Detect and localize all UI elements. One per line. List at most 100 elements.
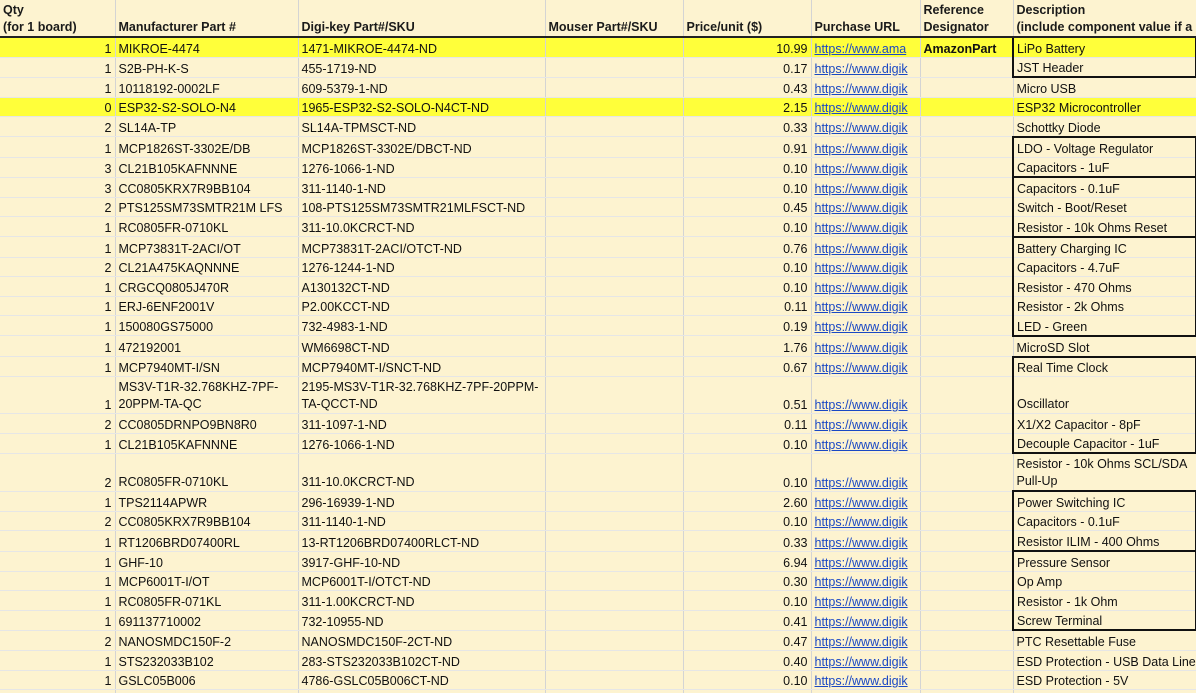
table-row[interactable]: 3 CL21B105KAFNNNE 1276-1066-1-ND 0.10 https:… (0, 157, 1196, 179)
price-cell[interactable]: 0.17 (683, 57, 812, 78)
mouser-part-cell[interactable] (545, 315, 684, 337)
digikey-part-cell[interactable]: 4786-GSLC05B006CT-ND (298, 670, 546, 691)
manufacturer-part-cell[interactable]: CL21B105KAFNNNE (115, 157, 299, 178)
table-row[interactable]: 1 150080GS75000 732-4983-1-ND 0.19 https://w… (0, 315, 1196, 337)
mouser-part-cell[interactable] (545, 97, 684, 118)
header-qty[interactable]: Qty (for 1 board) (0, 0, 116, 38)
table-row[interactable]: 1 MS3V-T1R-32.768KHZ-7PF-20PPM-TA-QC 2195-… (0, 376, 1196, 415)
digikey-part-cell[interactable]: WM6698CT-ND (298, 335, 546, 357)
mouser-part-cell[interactable] (545, 376, 684, 415)
mouser-part-cell[interactable] (545, 610, 684, 631)
price-cell[interactable]: 0.45 (683, 197, 812, 218)
qty-cell[interactable]: 1 (0, 356, 116, 378)
description-cell[interactable]: ESD Protection - USB Data Line (1013, 650, 1196, 671)
reference-designator-cell[interactable] (920, 630, 1014, 652)
table-row[interactable]: 1 MCP6001T-I/OT MCP6001T-I/OTCT-ND 0.30 http… (0, 571, 1196, 592)
qty-cell[interactable]: 1 (0, 670, 116, 691)
reference-designator-cell[interactable] (920, 511, 1014, 532)
price-cell[interactable]: 0.40 (683, 650, 812, 671)
digikey-part-cell[interactable]: 732-10955-ND (298, 610, 546, 631)
mouser-part-cell[interactable] (545, 630, 684, 652)
mouser-part-cell[interactable] (545, 511, 684, 532)
table-row[interactable]: 1 CL21B105KAFNNNE 1276-1066-1-ND 0.10 https:… (0, 433, 1196, 455)
manufacturer-part-cell[interactable]: CC0805KRX7R9BB104 (115, 177, 299, 198)
price-cell[interactable]: 0.41 (683, 610, 812, 631)
reference-designator-cell[interactable] (920, 77, 1014, 98)
purchase-url-link[interactable]: https://www.digik (811, 216, 921, 238)
qty-cell[interactable]: 2 (0, 116, 116, 138)
description-cell[interactable]: Screw Terminal (1012, 610, 1196, 632)
reference-designator-cell[interactable] (920, 97, 1014, 118)
qty-cell[interactable]: 1 (0, 590, 116, 611)
reference-designator-cell[interactable] (920, 376, 1014, 415)
price-cell[interactable]: 1.76 (683, 335, 812, 357)
qty-cell[interactable]: 3 (0, 177, 116, 198)
purchase-url-link[interactable]: https://www.digik (811, 136, 921, 158)
manufacturer-part-cell[interactable]: CC0805DRNPO9BN8R0 (115, 413, 299, 434)
mouser-part-cell[interactable] (545, 530, 684, 552)
purchase-url-link[interactable]: https://www.digik (811, 77, 921, 98)
price-cell[interactable]: 0.10 (683, 216, 812, 238)
table-row[interactable]: 1 STS232033B102 283-STS232033B102CT-ND 0.40… (0, 650, 1196, 671)
manufacturer-part-cell[interactable]: RC0805FR-0710KL (115, 453, 299, 492)
purchase-url-link[interactable]: https://www.digik (811, 97, 921, 118)
manufacturer-part-cell[interactable]: CL21B105KAFNNNE (115, 433, 299, 454)
digikey-part-cell[interactable]: 311-1140-1-ND (298, 511, 546, 532)
purchase-url-link[interactable]: https://www.digik (811, 57, 921, 78)
price-cell[interactable]: 0.10 (683, 433, 812, 454)
mouser-part-cell[interactable] (545, 590, 684, 611)
price-cell[interactable]: 0.10 (683, 157, 812, 178)
purchase-url-link[interactable]: https://www.digik (811, 670, 921, 691)
header-mouser-part[interactable]: Mouser Part#/SKU (545, 0, 684, 38)
price-cell[interactable]: 0.10 (683, 276, 812, 297)
table-row[interactable]: 2 CL21A475KAQNNNE 1276-1244-1-ND 0.10 https:… (0, 257, 1196, 278)
table-row[interactable]: 2 NANOSMDC150F-2 NANOSMDC150F-2CT-ND 0.47 ht… (0, 630, 1196, 652)
description-cell[interactable]: JST Header (1012, 57, 1196, 79)
mouser-part-cell[interactable] (545, 136, 684, 158)
description-cell[interactable]: Switch - Boot/Reset (1012, 197, 1196, 218)
reference-designator-cell[interactable] (920, 670, 1014, 691)
manufacturer-part-cell[interactable]: MCP7940MT-I/SN (115, 356, 299, 378)
purchase-url-link[interactable]: https://www.digik (811, 590, 921, 611)
manufacturer-part-cell[interactable]: S2B-PH-K-S (115, 57, 299, 78)
description-cell[interactable]: ESD Protection - 5V (1013, 670, 1196, 691)
mouser-part-cell[interactable] (545, 571, 684, 592)
table-row[interactable]: 1 472192001 WM6698CT-ND 1.76 https://www.dig… (0, 335, 1196, 357)
price-cell[interactable]: 10.99 (683, 37, 812, 58)
description-cell[interactable]: Capacitors - 1uF (1012, 157, 1196, 179)
table-row[interactable]: 0 ESP32-S2-SOLO-N4 1965-ESP32-S2-SOLO-N4CT… (0, 97, 1196, 118)
qty-cell[interactable]: 1 (0, 571, 116, 592)
price-cell[interactable]: 6.94 (683, 551, 812, 572)
digikey-part-cell[interactable]: 13-RT1206BRD07400RLCT-ND (298, 530, 546, 552)
purchase-url-link[interactable]: https://www.digik (811, 433, 921, 454)
purchase-url-link[interactable]: https://www.digik (811, 491, 921, 512)
reference-designator-cell[interactable] (920, 136, 1014, 158)
manufacturer-part-cell[interactable]: MIKROE-4474 (115, 37, 299, 58)
manufacturer-part-cell[interactable]: MCP1826ST-3302E/DB (115, 136, 299, 158)
mouser-part-cell[interactable] (545, 236, 684, 258)
description-cell[interactable]: Resistor - 2k Ohms (1012, 296, 1196, 317)
purchase-url-link[interactable]: https://www.ama (811, 37, 921, 58)
reference-designator-cell[interactable]: AmazonPart (920, 37, 1014, 58)
mouser-part-cell[interactable] (545, 491, 684, 512)
reference-designator-cell[interactable] (920, 491, 1014, 512)
description-cell[interactable]: LED - Green (1012, 315, 1196, 337)
mouser-part-cell[interactable] (545, 37, 684, 58)
digikey-part-cell[interactable]: 311-10.0KCRCT-ND (298, 453, 546, 492)
reference-designator-cell[interactable] (920, 590, 1014, 611)
manufacturer-part-cell[interactable]: TPS2114APWR (115, 491, 299, 512)
mouser-part-cell[interactable] (545, 296, 684, 317)
purchase-url-link[interactable]: https://www.digik (811, 356, 921, 378)
digikey-part-cell[interactable]: 609-5379-1-ND (298, 77, 546, 98)
header-reference-designator[interactable]: Reference Designator (920, 0, 1014, 38)
reference-designator-cell[interactable] (920, 276, 1014, 297)
table-row[interactable]: 2 CC0805KRX7R9BB104 311-1140-1-ND 0.10 https… (0, 511, 1196, 532)
mouser-part-cell[interactable] (545, 257, 684, 278)
qty-cell[interactable]: 1 (0, 335, 116, 357)
reference-designator-cell[interactable] (920, 530, 1014, 552)
digikey-part-cell[interactable]: 311-10.0KCRCT-ND (298, 216, 546, 238)
price-cell[interactable]: 0.11 (683, 296, 812, 317)
reference-designator-cell[interactable] (920, 177, 1014, 198)
digikey-part-cell[interactable]: MCP6001T-I/OTCT-ND (298, 571, 546, 592)
mouser-part-cell[interactable] (545, 216, 684, 238)
